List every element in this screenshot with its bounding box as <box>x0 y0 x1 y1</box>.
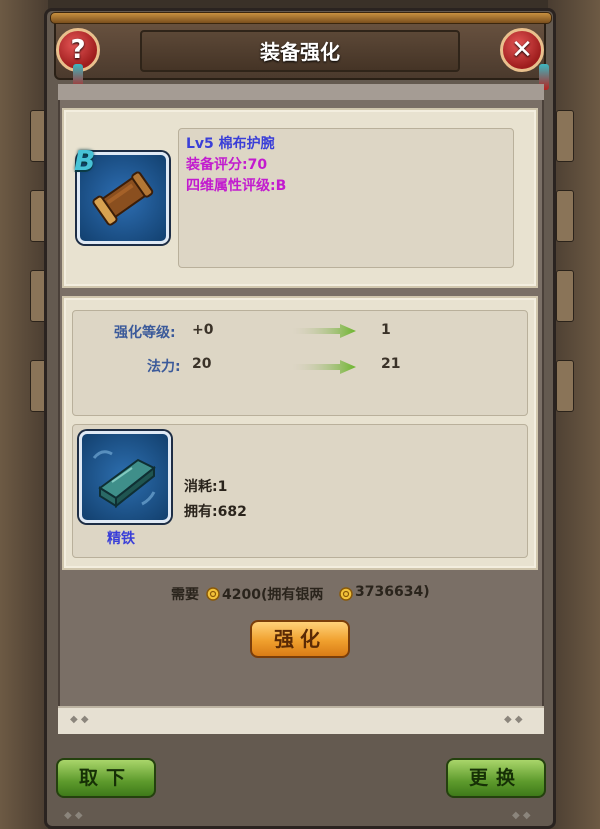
iron-ingot-icon <box>92 450 156 509</box>
arrow-icon <box>292 360 356 374</box>
dialog-title: 装备强化 <box>140 30 460 72</box>
arrow-icon <box>292 324 356 338</box>
close-button[interactable]: ✕ <box>500 28 544 72</box>
background-tab <box>556 360 574 412</box>
close-icon: ✕ <box>511 35 533 65</box>
decor-dots: ◆ ◆ <box>64 810 83 821</box>
remove-button[interactable]: 取下 <box>56 758 156 798</box>
requirement-owned: 3736634) <box>355 584 430 600</box>
stat-current-level: +0 <box>192 322 214 338</box>
equipment-name: Lv5 棉布护腕 <box>186 136 275 152</box>
decor-dots: ◆ ◆ <box>70 714 89 725</box>
decor-dots: ◆ ◆ <box>504 714 523 725</box>
background-tab <box>556 270 574 322</box>
stat-next-mana: 21 <box>381 356 401 372</box>
stat-current-mana: 20 <box>192 356 212 372</box>
background-tab <box>556 190 574 242</box>
question-icon: ? <box>70 35 86 65</box>
stat-label-level: 强化等级: <box>114 325 176 341</box>
stat-label-mana: 法力: <box>147 359 181 375</box>
attribute-grade: 四维属性评级:B <box>186 178 287 194</box>
header-rod <box>50 12 552 24</box>
decor-dots: ◆ ◆ <box>512 810 531 821</box>
replace-button[interactable]: 更换 <box>446 758 546 798</box>
stat-next-level: 1 <box>381 322 391 338</box>
material-slot[interactable] <box>79 431 171 523</box>
equipment-score: 装备评分:70 <box>186 157 268 173</box>
background-tab <box>556 110 574 162</box>
enhance-button[interactable]: 强化 <box>250 620 350 658</box>
material-cost: 消耗:1 <box>184 479 228 495</box>
content-bottom-strip <box>58 706 544 734</box>
requirement-prefix: 需要 <box>171 587 199 603</box>
coin-icon <box>339 587 353 601</box>
requirement-cost: 4200(拥有银两 <box>222 587 324 603</box>
material-owned: 拥有:682 <box>184 504 247 520</box>
content-top-strip <box>58 84 544 100</box>
material-name: 精铁 <box>107 531 135 547</box>
grade-badge: B <box>74 144 96 177</box>
coin-icon <box>206 587 220 601</box>
